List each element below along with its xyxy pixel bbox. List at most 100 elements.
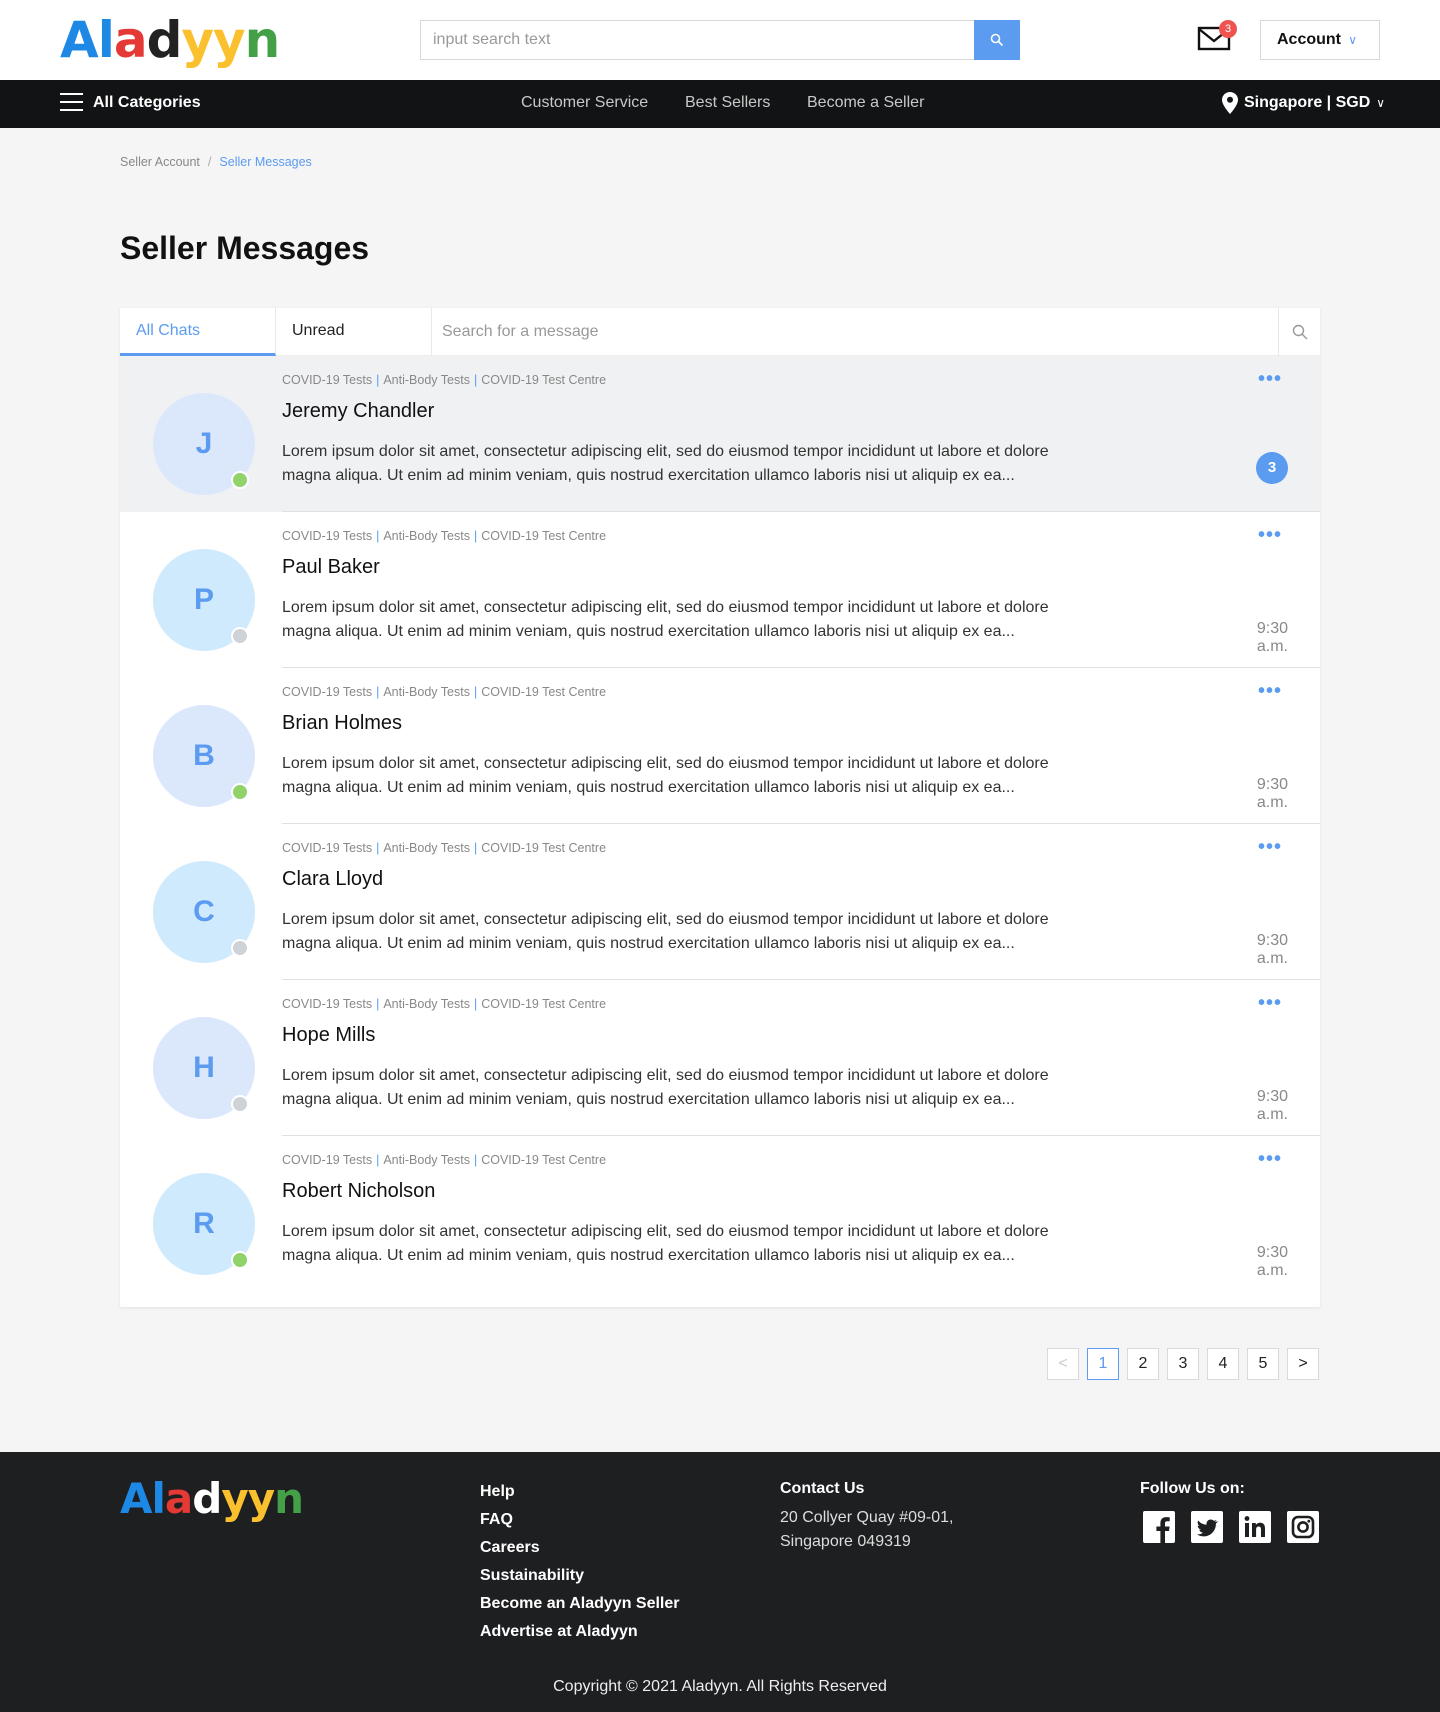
account-dropdown[interactable]: Account ∨ bbox=[1260, 20, 1380, 60]
avatar-initial: R bbox=[193, 1207, 215, 1240]
search-icon bbox=[990, 33, 1004, 47]
logo-letter: d bbox=[146, 11, 183, 69]
message-tags: COVID-19 Tests | Anti-Body Tests | COVID-19 … bbox=[282, 997, 607, 1011]
message-row[interactable]: R COVID-19 Tests | Anti-Body Tests | COVID-19… bbox=[120, 1136, 1320, 1292]
avatar-initial: J bbox=[195, 427, 213, 460]
more-options-icon[interactable]: ••• bbox=[1258, 993, 1282, 1013]
breadcrumb: Seller Account / Seller Messages bbox=[120, 155, 312, 169]
message-preview: Lorem ipsum dolor sit amet, consectetur … bbox=[282, 1223, 1049, 1264]
breadcrumb-seller-messages[interactable]: Seller Messages bbox=[219, 155, 311, 169]
all-categories-link[interactable]: All Categories bbox=[93, 94, 201, 112]
next-page-button[interactable]: > bbox=[1287, 1348, 1319, 1380]
contact-name: Robert Nicholson bbox=[282, 1180, 436, 1202]
message-preview: Lorem ipsum dolor sit amet, consectetur … bbox=[282, 911, 1049, 952]
message-row[interactable]: P COVID-19 Tests | Anti-Body Tests | COVID-19… bbox=[120, 512, 1320, 668]
message-search-button[interactable] bbox=[1278, 308, 1320, 356]
tag: COVID-19 Tests bbox=[282, 373, 373, 387]
footer-links: Help FAQ Careers Sustainability Become a… bbox=[480, 1478, 680, 1646]
message-list: J COVID-19 Tests | Anti-Body Tests | COVID-19… bbox=[120, 356, 1320, 1292]
message-row[interactable]: H COVID-19 Tests | Anti-Body Tests | COVID-19… bbox=[120, 980, 1320, 1136]
more-options-icon[interactable]: ••• bbox=[1258, 837, 1282, 857]
logo-letter: a bbox=[164, 1474, 193, 1523]
chevron-down-icon: ∨ bbox=[1348, 33, 1357, 47]
footer-link-sustainability[interactable]: Sustainability bbox=[480, 1562, 680, 1590]
region-selector[interactable]: Singapore | SGD ∨ bbox=[1222, 92, 1385, 114]
tab-all-chats[interactable]: All Chats bbox=[120, 308, 276, 356]
message-row[interactable]: B COVID-19 Tests | Anti-Body Tests | COVID-19… bbox=[120, 668, 1320, 824]
footer-link-faq[interactable]: FAQ bbox=[480, 1506, 680, 1534]
follow-heading: Follow Us on: bbox=[1140, 1480, 1245, 1497]
category-nav: All Categories Customer Service Best Sel… bbox=[0, 80, 1440, 128]
offline-status-dot bbox=[231, 1095, 249, 1113]
site-footer: Aladyyn Help FAQ Careers Sustainability … bbox=[0, 1452, 1440, 1712]
page-button-2[interactable]: 2 bbox=[1127, 1348, 1159, 1380]
logo-letter: y bbox=[247, 1474, 275, 1523]
breadcrumb-separator: / bbox=[207, 155, 212, 169]
logo-letter: n bbox=[274, 1474, 304, 1523]
nav-link-best-sellers[interactable]: Best Sellers bbox=[685, 94, 770, 112]
nav-link-become-seller[interactable]: Become a Seller bbox=[807, 94, 924, 112]
footer-logo[interactable]: Aladyyn bbox=[120, 1474, 304, 1523]
tag: COVID-19 Tests bbox=[282, 841, 373, 855]
avatar-initial: P bbox=[193, 583, 214, 616]
linkedin-icon[interactable] bbox=[1238, 1510, 1272, 1544]
nav-link-customer-service[interactable]: Customer Service bbox=[521, 94, 648, 112]
page-button-3[interactable]: 3 bbox=[1167, 1348, 1199, 1380]
offline-status-dot bbox=[231, 939, 249, 957]
message-row[interactable]: C COVID-19 Tests | Anti-Body Tests | COVID-19… bbox=[120, 824, 1320, 980]
tag: COVID-19 Test Centre bbox=[481, 529, 607, 543]
tag: Anti-Body Tests bbox=[383, 1153, 470, 1167]
tag: Anti-Body Tests bbox=[383, 841, 470, 855]
twitter-icon[interactable] bbox=[1190, 1510, 1224, 1544]
online-status-dot bbox=[231, 1251, 249, 1269]
chevron-down-icon: ∨ bbox=[1376, 96, 1386, 110]
message-tags: COVID-19 Tests | Anti-Body Tests | COVID-19 … bbox=[282, 1153, 607, 1167]
footer-link-become-seller[interactable]: Become an Aladyyn Seller bbox=[480, 1590, 680, 1618]
brand-logo[interactable]: Aladyyn bbox=[60, 10, 281, 70]
message-tags: COVID-19 Tests | Anti-Body Tests | COVID-19 … bbox=[282, 373, 607, 387]
breadcrumb-seller-account[interactable]: Seller Account bbox=[120, 155, 200, 169]
footer-link-advertise[interactable]: Advertise at Aladyyn bbox=[480, 1618, 680, 1646]
message-row[interactable]: J COVID-19 Tests | Anti-Body Tests | COVID-19… bbox=[120, 356, 1320, 512]
footer-link-help[interactable]: Help bbox=[480, 1478, 680, 1506]
message-time: 9:30 a.m. bbox=[1256, 932, 1288, 967]
facebook-icon[interactable] bbox=[1142, 1510, 1176, 1544]
region-label: Singapore | SGD bbox=[1244, 94, 1371, 111]
avatar-initial: H bbox=[193, 1051, 215, 1084]
account-label: Account bbox=[1277, 31, 1341, 48]
search-button[interactable] bbox=[974, 20, 1020, 60]
logo-letter: l bbox=[151, 1474, 166, 1523]
instagram-icon[interactable] bbox=[1286, 1510, 1320, 1544]
tag: COVID-19 Tests bbox=[282, 997, 373, 1011]
logo-letter: a bbox=[113, 11, 148, 69]
hamburger-menu-icon[interactable] bbox=[60, 93, 83, 115]
tab-unread-messages[interactable]: Unread Messages bbox=[276, 308, 432, 385]
avatar-initial: B bbox=[193, 739, 215, 772]
logo-letter: y bbox=[181, 11, 214, 69]
message-time: 9:30 a.m. bbox=[1256, 1244, 1288, 1279]
message-time: 9:30 a.m. bbox=[1256, 776, 1288, 811]
logo-letter: d bbox=[192, 1474, 222, 1523]
more-options-icon[interactable]: ••• bbox=[1258, 525, 1282, 545]
logo-letter: n bbox=[244, 11, 281, 69]
page-title: Seller Messages bbox=[120, 230, 370, 266]
offline-status-dot bbox=[231, 627, 249, 645]
footer-link-careers[interactable]: Careers bbox=[480, 1534, 680, 1562]
contact-name: Clara Lloyd bbox=[282, 868, 384, 890]
prev-page-button[interactable]: < bbox=[1047, 1348, 1079, 1380]
contact-name: Paul Baker bbox=[282, 556, 380, 578]
more-options-icon[interactable]: ••• bbox=[1258, 369, 1282, 389]
page-button-1[interactable]: 1 bbox=[1087, 1348, 1119, 1380]
tag: COVID-19 Test Centre bbox=[481, 1153, 607, 1167]
message-tags: COVID-19 Tests | Anti-Body Tests | COVID-19 … bbox=[282, 685, 607, 699]
more-options-icon[interactable]: ••• bbox=[1258, 1149, 1282, 1169]
tag: COVID-19 Test Centre bbox=[481, 373, 607, 387]
tag: COVID-19 Tests bbox=[282, 529, 373, 543]
message-time: 9:30 a.m. bbox=[1256, 1088, 1288, 1123]
message-search-input[interactable] bbox=[432, 308, 1278, 356]
page-button-5[interactable]: 5 bbox=[1247, 1348, 1279, 1380]
search-input[interactable] bbox=[421, 21, 975, 59]
more-options-icon[interactable]: ••• bbox=[1258, 681, 1282, 701]
page-button-4[interactable]: 4 bbox=[1207, 1348, 1239, 1380]
unread-count-badge: 3 bbox=[1256, 452, 1288, 484]
